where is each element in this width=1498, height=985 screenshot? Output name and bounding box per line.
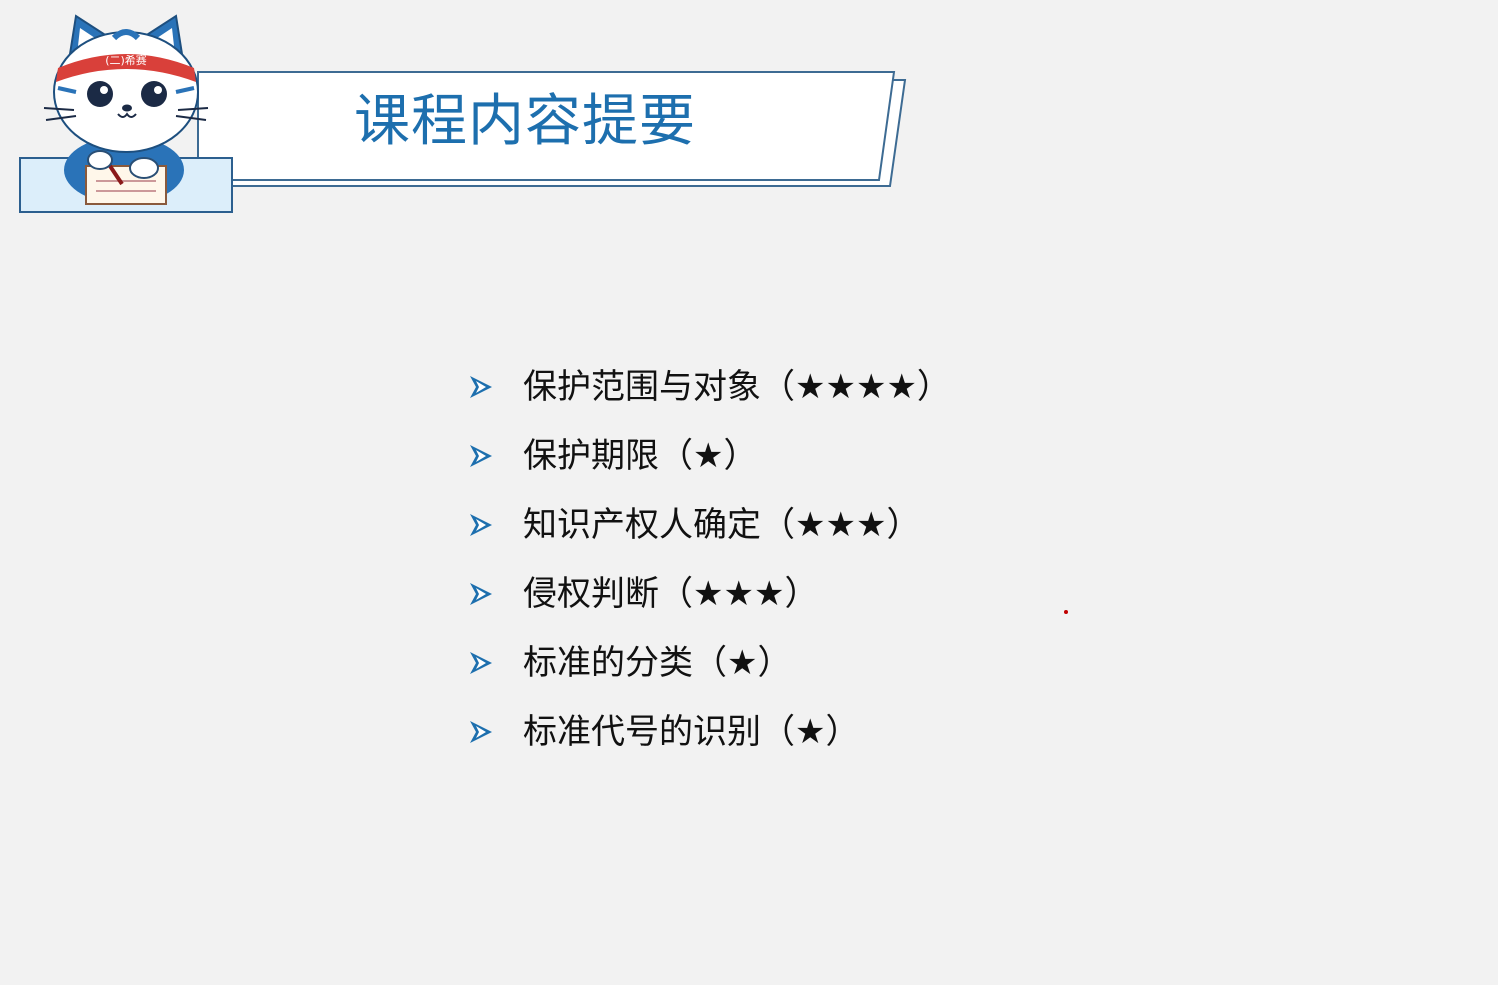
arrow-bullet-icon <box>466 712 523 752</box>
pointer-dot <box>1064 610 1068 614</box>
page-title: 课程内容提要 <box>354 89 696 154</box>
arrow-bullet-icon <box>466 367 523 407</box>
arrow-bullet-icon <box>466 643 523 683</box>
mascot-headband-text: (二)希赛 <box>105 53 147 67</box>
outline-item-text: 标准的分类（★） <box>523 642 792 683</box>
outline-item: 侵权判断（★★★） <box>466 559 951 628</box>
arrow-bullet-icon <box>466 505 523 545</box>
course-outline-list: 保护范围与对象（★★★★） 保护期限（★） 知识产权人确定（★★★） 侵权判断（… <box>466 352 951 766</box>
outline-item: 标准代号的识别（★） <box>466 697 951 766</box>
outline-item-text: 保护期限（★） <box>523 435 758 476</box>
outline-item-text: 侵权判断（★★★） <box>523 573 819 614</box>
outline-item: 保护期限（★） <box>466 421 951 490</box>
outline-item: 知识产权人确定（★★★） <box>466 490 951 559</box>
outline-item: 标准的分类（★） <box>466 628 951 697</box>
arrow-bullet-icon <box>466 574 523 614</box>
outline-item-text: 保护范围与对象（★★★★） <box>523 366 951 407</box>
outline-item-text: 标准代号的识别（★） <box>523 711 860 752</box>
arrow-bullet-icon <box>466 436 523 476</box>
cat-mascot-icon: (二)希赛 <box>14 8 238 222</box>
outline-item-text: 知识产权人确定（★★★） <box>523 504 921 545</box>
outline-item: 保护范围与对象（★★★★） <box>466 352 951 421</box>
